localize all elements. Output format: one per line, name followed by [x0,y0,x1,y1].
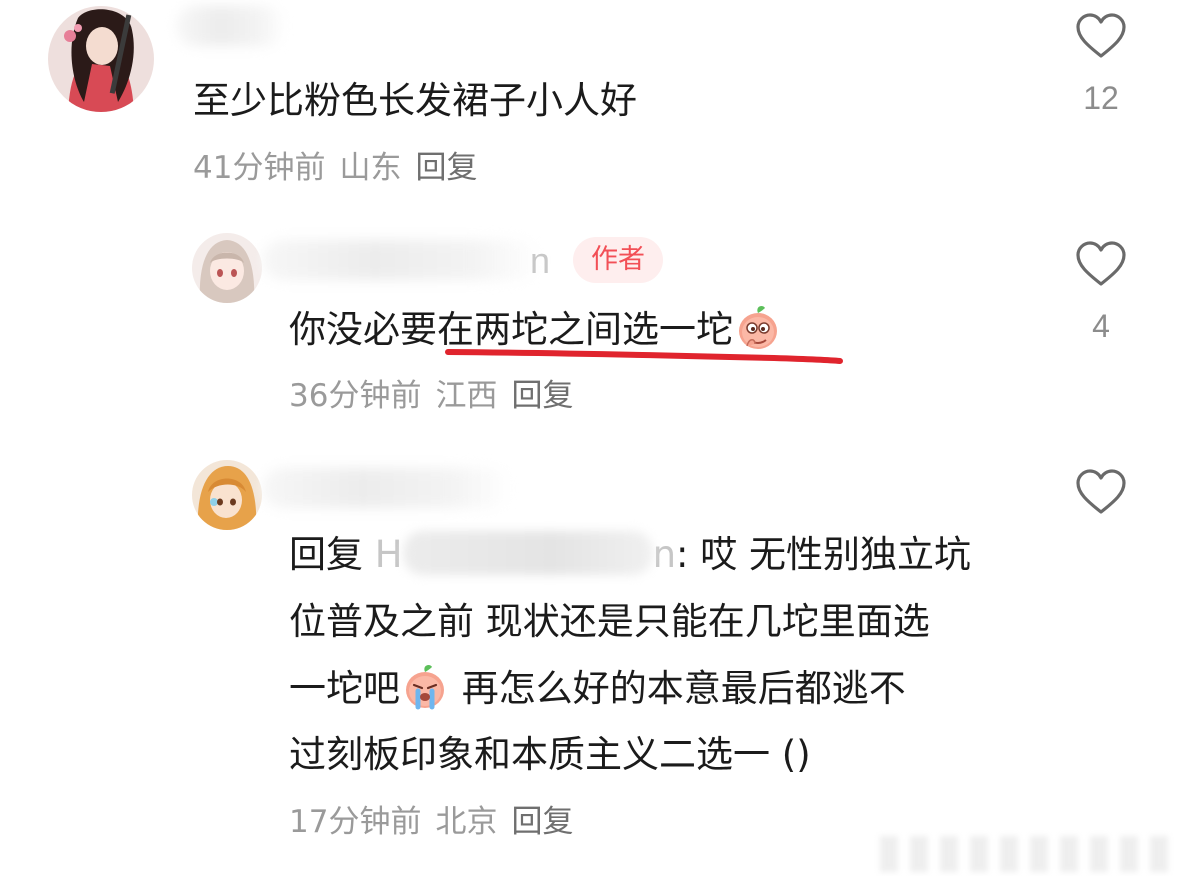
avatar-image [48,6,154,112]
avatar[interactable] [192,233,262,303]
username-blurred[interactable] [176,6,286,46]
watermark [880,836,1170,872]
comment-location: 北京 [435,804,498,840]
comment-location: 山东 [339,150,402,186]
avatar[interactable] [48,6,154,112]
comment-meta: 41分钟前 山东 回复 [193,148,491,188]
reply-prefix: 回复 [289,533,363,576]
crying-peach-emoji [400,661,450,711]
comment-text-rest: : 哎 无性别独立坑 [676,533,972,576]
username-blurred[interactable] [262,468,512,508]
username-tail: n [530,240,551,281]
username-blurred[interactable] [262,240,542,280]
red-underline-annotation [445,349,843,364]
comment-text-line: 一坨吧 再怎么好的本意最后都逃不 [289,655,906,722]
reply-button[interactable]: 回复 [415,150,477,186]
comment-meta: 17分钟前 北京 回复 [289,802,587,842]
avatar[interactable] [192,460,262,530]
peach-face-emoji [733,302,783,352]
reply-button[interactable]: 回复 [511,378,573,414]
comment-text-segment: 一坨吧 [289,667,400,710]
comment-text-line: 回复 Hn: 哎 无性别独立坑 [289,521,971,588]
comment-text-body: 你没必要在两坨之间选一坨 [289,308,733,351]
comment-text-line: 过刻板印象和本质主义二选一 () [289,733,811,776]
heart-outline-icon[interactable] [1075,240,1127,288]
comment-time: 36分钟前 [289,378,422,414]
heart-outline-icon[interactable] [1075,12,1127,60]
comment-text-line: 位普及之前 现状还是只能在几坨里面选 [289,600,930,643]
heart-outline-icon[interactable] [1075,468,1127,516]
avatar-image [192,460,262,530]
avatar-image [192,233,262,303]
comment-location: 江西 [435,378,498,414]
comment-meta: 36分钟前 江西 回复 [289,376,587,416]
reply-button[interactable]: 回复 [511,804,573,840]
like-count: 4 [1092,308,1110,344]
author-badge: 作者 [573,237,663,283]
reply-to-name-blurred[interactable] [402,531,653,575]
comment-list: 至少比粉色长发裙子小人好 41分钟前 山东 回复 12 n 作者 你没必要在两坨之间… [0,0,1179,876]
comment-time: 17分钟前 [289,804,422,840]
reply-to-name-end[interactable]: n [653,533,676,576]
like-count: 12 [1083,80,1119,116]
reply-to-name-start[interactable]: H [375,533,403,576]
comment-time: 41分钟前 [193,150,326,186]
comment-text: 至少比粉色长发裙子小人好 [193,79,637,122]
comment-text-segment: 再怎么好的本意最后都逃不 [450,667,906,710]
